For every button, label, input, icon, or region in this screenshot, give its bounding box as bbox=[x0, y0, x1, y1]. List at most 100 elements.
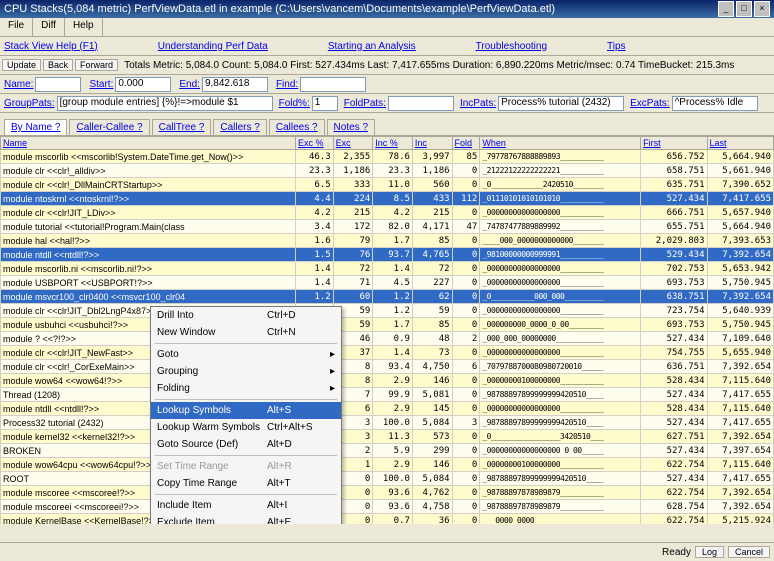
value-cell[interactable]: 100.0 bbox=[373, 472, 413, 486]
value-cell[interactable]: 93.4 bbox=[373, 360, 413, 374]
col-header[interactable]: First bbox=[641, 137, 707, 150]
value-cell[interactable]: 5,655.940 bbox=[707, 346, 773, 360]
value-cell[interactable]: 528.434 bbox=[641, 402, 707, 416]
value-cell[interactable]: 5,664.940 bbox=[707, 220, 773, 234]
value-cell[interactable]: 0.9 bbox=[373, 332, 413, 346]
value-cell[interactable]: 1.6 bbox=[296, 234, 334, 248]
start-input[interactable]: 0.000 bbox=[115, 77, 171, 92]
table-row[interactable]: module kernel32 <<kernel32!?>>0.1311.357… bbox=[1, 430, 774, 444]
value-cell[interactable]: 0.7 bbox=[373, 514, 413, 525]
value-cell[interactable]: 4.2 bbox=[373, 206, 413, 220]
value-cell[interactable]: 7,392.654 bbox=[707, 360, 773, 374]
update-button[interactable]: Update bbox=[2, 59, 41, 71]
value-cell[interactable]: 7,390.652 bbox=[707, 178, 773, 192]
value-cell[interactable]: 0 bbox=[452, 276, 480, 290]
value-cell[interactable]: 0 bbox=[452, 472, 480, 486]
value-cell[interactable]: 5,664.940 bbox=[707, 150, 773, 164]
table-row[interactable]: module KernelBase <<KernelBase!?>>000.73… bbox=[1, 514, 774, 525]
value-cell[interactable]: 2.9 bbox=[373, 458, 413, 472]
value-cell[interactable]: 72 bbox=[412, 262, 452, 276]
value-cell[interactable]: _00000000100000000__________ bbox=[480, 458, 641, 472]
value-cell[interactable]: 0 bbox=[452, 500, 480, 514]
value-cell[interactable]: 7,392.654 bbox=[707, 430, 773, 444]
table-row[interactable]: module wow64 <<wow64!?>>0.282.91460_0000… bbox=[1, 374, 774, 388]
ctx-item[interactable]: Lookup SymbolsAlt+S bbox=[151, 402, 341, 419]
value-cell[interactable]: 658.751 bbox=[641, 164, 707, 178]
table-row[interactable]: module msvcr100_clr0400 <<msvcr100_clr04… bbox=[1, 290, 774, 304]
value-cell[interactable]: 3,997 bbox=[412, 150, 452, 164]
value-cell[interactable]: 638.751 bbox=[641, 290, 707, 304]
value-cell[interactable]: _98788897878989879__________ bbox=[480, 486, 641, 500]
ctx-item[interactable]: Goto Source (Def)Alt+D bbox=[151, 436, 341, 453]
value-cell[interactable]: 7,417.655 bbox=[707, 416, 773, 430]
value-cell[interactable]: 1,186 bbox=[412, 164, 452, 178]
value-cell[interactable]: 5,084 bbox=[412, 416, 452, 430]
name-cell[interactable]: module tutorial <<tutorial!Program.Main(… bbox=[1, 220, 296, 234]
value-cell[interactable]: 0 bbox=[452, 402, 480, 416]
value-cell[interactable]: 93.6 bbox=[373, 486, 413, 500]
value-cell[interactable]: 1.4 bbox=[296, 262, 334, 276]
name-input[interactable] bbox=[35, 77, 81, 92]
excpats-input[interactable]: ^Process% Idle bbox=[672, 96, 758, 111]
value-cell[interactable]: 433 bbox=[412, 192, 452, 206]
value-cell[interactable]: _00000000000000000__________ bbox=[480, 276, 641, 290]
value-cell[interactable]: 146 bbox=[412, 458, 452, 472]
tab-byname[interactable]: By Name ? bbox=[4, 119, 67, 135]
value-cell[interactable]: 5.9 bbox=[373, 444, 413, 458]
context-menu[interactable]: Drill IntoCtrl+DNew WindowCtrl+NGoto▸Gro… bbox=[150, 306, 342, 524]
value-cell[interactable]: 7,115.640 bbox=[707, 374, 773, 388]
value-cell[interactable]: 23.3 bbox=[373, 164, 413, 178]
table-row[interactable]: module USBPORT <<USBPORT!?>>1.4714.52270… bbox=[1, 276, 774, 290]
value-cell[interactable]: 0 bbox=[452, 290, 480, 304]
value-cell[interactable]: 62 bbox=[412, 290, 452, 304]
value-cell[interactable]: ___0000_0000_________________ bbox=[480, 514, 641, 525]
value-cell[interactable]: _0________________3420510___ bbox=[480, 430, 641, 444]
value-cell[interactable]: 11.3 bbox=[373, 430, 413, 444]
forward-button[interactable]: Forward bbox=[75, 59, 118, 71]
value-cell[interactable]: 1.5 bbox=[296, 248, 334, 262]
table-row[interactable]: module wow64cpu <<wow64cpu!?>>012.91460_… bbox=[1, 458, 774, 472]
value-cell[interactable]: _98788897899999999420510____ bbox=[480, 472, 641, 486]
value-cell[interactable]: _98788897878989879__________ bbox=[480, 500, 641, 514]
link-troubleshooting[interactable]: Troubleshooting bbox=[476, 41, 547, 52]
find-input[interactable] bbox=[300, 77, 366, 92]
tab-callers[interactable]: Callers ? bbox=[213, 119, 266, 135]
value-cell[interactable]: _00000000000000000__________ bbox=[480, 262, 641, 276]
value-cell[interactable]: 527.434 bbox=[641, 332, 707, 346]
ctx-item[interactable]: Grouping▸ bbox=[151, 363, 341, 380]
table-row[interactable]: module ntoskrnl <<ntoskrnl!?>>4.42248.54… bbox=[1, 192, 774, 206]
value-cell[interactable]: _21222122222222221__________ bbox=[480, 164, 641, 178]
ctx-item[interactable]: Exclude ItemAlt+E bbox=[151, 514, 341, 524]
grouppats-input[interactable]: [group module entries] {%}!=>module $1 bbox=[57, 96, 273, 111]
value-cell[interactable]: 529.434 bbox=[641, 248, 707, 262]
value-cell[interactable]: 628.754 bbox=[641, 500, 707, 514]
value-cell[interactable]: _00000000000000000__________ bbox=[480, 346, 641, 360]
value-cell[interactable]: 527.434 bbox=[641, 444, 707, 458]
minimize-icon[interactable]: _ bbox=[718, 1, 734, 17]
value-cell[interactable]: 100.0 bbox=[373, 416, 413, 430]
value-cell[interactable]: 0 bbox=[452, 164, 480, 178]
value-cell[interactable]: 299 bbox=[412, 444, 452, 458]
value-cell[interactable]: 0 bbox=[452, 178, 480, 192]
value-cell[interactable]: 4.2 bbox=[296, 206, 334, 220]
value-cell[interactable]: 93.7 bbox=[373, 248, 413, 262]
value-cell[interactable]: _00000000000000000__________ bbox=[480, 402, 641, 416]
value-cell[interactable]: 0 bbox=[452, 374, 480, 388]
table-row[interactable]: module ? <<?!?>>0.9460.9482_000_000_0000… bbox=[1, 332, 774, 346]
value-cell[interactable]: 85 bbox=[412, 234, 452, 248]
value-cell[interactable]: 5,657.940 bbox=[707, 206, 773, 220]
value-cell[interactable]: 7,392.654 bbox=[707, 248, 773, 262]
table-row[interactable]: module clr <<clr!_alldiv>>23.31,18623.31… bbox=[1, 164, 774, 178]
value-cell[interactable]: _98788897899999999420510____ bbox=[480, 416, 641, 430]
value-cell[interactable]: 6 bbox=[452, 360, 480, 374]
value-cell[interactable]: 1,186 bbox=[333, 164, 373, 178]
name-cell[interactable]: module clr <<clr!_alldiv>> bbox=[1, 164, 296, 178]
value-cell[interactable]: 0 bbox=[452, 206, 480, 220]
foldpats-input[interactable] bbox=[388, 96, 454, 111]
table-row[interactable]: module mscoreei <<mscoreei!?>>0093.64,75… bbox=[1, 500, 774, 514]
name-cell[interactable]: module mscorlib.ni <<mscorlib.ni!?>> bbox=[1, 262, 296, 276]
value-cell[interactable]: 0 bbox=[452, 346, 480, 360]
tab-callees[interactable]: Callees ? bbox=[269, 119, 325, 135]
value-cell[interactable]: 82.0 bbox=[373, 220, 413, 234]
value-cell[interactable]: 7,115.640 bbox=[707, 458, 773, 472]
